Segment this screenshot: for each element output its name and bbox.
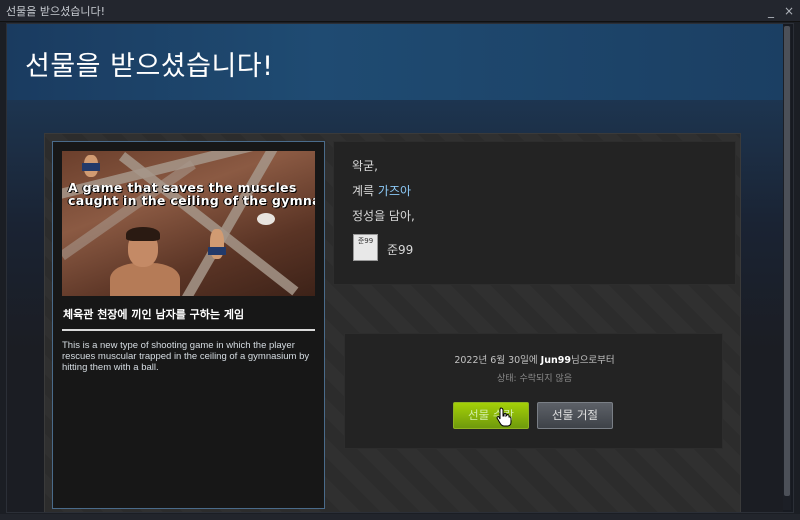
gift-sender: Jun99 — [540, 355, 571, 366]
hand-pointer-icon — [496, 407, 512, 427]
gift-area: A game that saves the muscles caught in … — [44, 133, 741, 512]
gift-message: 왁굳, 계륵 가즈아 정성을 담아, 준99 준99 — [333, 141, 736, 285]
gift-from: 2022년 6월 30일에 Jun99님으로부터 — [345, 352, 724, 366]
message-highlight: 가즈아 — [377, 184, 412, 198]
decline-gift-button[interactable]: 선물 거절 — [537, 402, 613, 429]
window-bottom-edge — [0, 514, 800, 520]
header-banner: 선물을 받으셨습니다! — [7, 24, 783, 100]
avatar-text: 준99 — [357, 237, 374, 245]
game-card: A game that saves the muscles caught in … — [52, 141, 325, 509]
message-line: 정성을 담아, — [352, 209, 415, 223]
gift-date: 2022년 6월 30일에 — [454, 355, 541, 366]
scrollbar[interactable] — [783, 26, 791, 510]
gift-actions-panel: 2022년 6월 30일에 Jun99님으로부터 상태: 수락되지 않음 선물 … — [344, 333, 723, 449]
page-title: 선물을 받으셨습니다! — [25, 51, 274, 82]
capsule-caption: A game that saves the muscles caught in … — [68, 181, 315, 207]
minimize-icon[interactable]: _ — [764, 4, 778, 18]
gift-window: 선물을 받으셨습니다! A game that saves the muscle… — [6, 23, 794, 513]
game-description: This is a new type of shooting game in w… — [62, 340, 310, 373]
gift-from-suffix: 님으로부터 — [570, 355, 615, 366]
gift-status: 상태: 수락되지 않음 — [497, 374, 572, 384]
capsule-caption-line: caught in the ceiling of the gymnasium — [68, 193, 315, 208]
message-line: 계륵 가즈아 — [352, 182, 411, 199]
window-title: 선물을 받으셨습니다! — [6, 4, 105, 18]
message-text: 계륵 — [352, 184, 378, 198]
game-capsule-image[interactable]: A game that saves the muscles caught in … — [62, 151, 315, 296]
accept-gift-button[interactable]: 선물 수락 — [453, 402, 529, 429]
sender-name: 준99 — [387, 243, 414, 257]
scrollbar-thumb[interactable] — [784, 26, 790, 496]
message-line: 왁굳, — [352, 159, 378, 173]
divider — [62, 329, 315, 331]
game-title: 체육관 천장에 끼인 남자를 구하는 게임 — [63, 308, 245, 321]
close-icon[interactable]: × — [782, 4, 796, 18]
signature-avatar-icon: 준99 — [353, 234, 378, 261]
window-titlebar: 선물을 받으셨습니다! _ × — [0, 0, 800, 22]
